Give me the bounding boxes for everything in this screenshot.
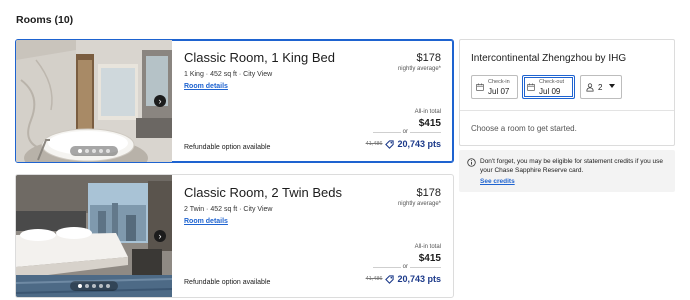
info-icon — [467, 158, 476, 167]
chevron-down-icon — [609, 84, 615, 88]
nightly-price: $178 — [416, 52, 441, 64]
check-out-label: Check-out — [539, 79, 565, 85]
photo-dot[interactable] — [92, 284, 96, 288]
next-photo-icon[interactable]: › — [154, 95, 166, 107]
all-in-total-price: $415 — [418, 253, 441, 264]
room-photo[interactable]: › — [16, 175, 172, 297]
or-text: or — [400, 264, 410, 270]
rooms-heading: Rooms (10) — [16, 14, 74, 26]
points-original: 41,486 — [365, 276, 383, 282]
check-in-field[interactable]: Check-in Jul 07 — [471, 75, 518, 99]
or-text: or — [400, 129, 410, 135]
see-credits-link[interactable]: See credits — [480, 178, 515, 185]
hotel-name: Intercontinental Zhengzhou by IHG — [471, 53, 627, 64]
nightly-price: $178 — [416, 187, 441, 199]
photo-dot[interactable] — [85, 284, 89, 288]
next-photo-icon[interactable]: › — [154, 230, 166, 242]
points-value: 20,743 pts — [397, 139, 441, 149]
person-icon — [586, 83, 594, 92]
check-out-field[interactable]: Check-out Jul 09 — [522, 75, 575, 99]
points-price: 41,486 20,743 pts — [366, 139, 441, 149]
room-photo[interactable]: › — [16, 40, 172, 162]
photo-dot[interactable] — [106, 284, 110, 288]
check-in-value: Jul 07 — [488, 87, 510, 96]
room-meta: 2 Twin · 452 sq ft · City View — [184, 206, 273, 213]
choose-room-prompt: Choose a room to get started. — [471, 124, 577, 133]
room-title: Classic Room, 1 King Bed — [184, 50, 336, 65]
photo-dot[interactable] — [99, 284, 103, 288]
photo-dot[interactable] — [85, 149, 89, 153]
room-info: Classic Room, 1 King Bed 1 King · 452 sq… — [184, 40, 453, 162]
room-details-link[interactable]: Room details — [184, 83, 228, 90]
photo-dot[interactable] — [99, 149, 103, 153]
photo-pagination-dots[interactable] — [78, 149, 110, 153]
credits-notice: Don't forget, you may be eligible for st… — [459, 150, 675, 192]
check-out-value: Jul 09 — [539, 87, 561, 96]
all-in-total-label: All-in total — [414, 109, 441, 115]
photo-dot[interactable] — [78, 284, 82, 288]
booking-panel: Intercontinental Zhengzhou by IHG Check-… — [459, 39, 675, 146]
guests-dropdown[interactable]: 2 — [580, 75, 622, 99]
room-photo-image — [16, 175, 172, 297]
calendar-icon — [476, 83, 484, 91]
refundable-text: Refundable option available — [184, 279, 271, 286]
panel-divider — [460, 110, 674, 111]
room-title: Classic Room, 2 Twin Beds — [184, 185, 342, 200]
points-tag-icon — [385, 274, 395, 284]
points-value: 20,743 pts — [397, 274, 441, 284]
points-original: 41,486 — [365, 141, 383, 147]
all-in-total-label: All-in total — [414, 244, 441, 250]
nightly-price-label: nightly average* — [397, 201, 441, 207]
room-photo-image — [16, 40, 172, 162]
points-tag-icon — [385, 139, 395, 149]
nightly-price-label: nightly average* — [397, 66, 441, 72]
room-card-twin[interactable]: › Classic Room, 2 Twin Beds 2 Twin · 452… — [15, 174, 454, 298]
room-card-king[interactable]: › Classic Room, 1 King Bed 1 King · 452 … — [15, 39, 454, 163]
room-info: Classic Room, 2 Twin Beds 2 Twin · 452 s… — [184, 175, 453, 297]
refundable-text: Refundable option available — [184, 144, 271, 151]
photo-pagination-dots[interactable] — [78, 284, 110, 288]
photo-dot[interactable] — [92, 149, 96, 153]
check-in-label: Check-in — [488, 79, 510, 85]
room-details-link[interactable]: Room details — [184, 218, 228, 225]
notice-text: Don't forget, you may be eligible for st… — [480, 158, 663, 174]
calendar-icon — [527, 83, 535, 91]
room-meta: 1 King · 452 sq ft · City View — [184, 71, 273, 78]
photo-dot[interactable] — [78, 149, 82, 153]
photo-dot[interactable] — [106, 149, 110, 153]
all-in-total-price: $415 — [418, 118, 441, 129]
guests-value: 2 — [598, 83, 603, 92]
points-price: 41,486 20,743 pts — [366, 274, 441, 284]
